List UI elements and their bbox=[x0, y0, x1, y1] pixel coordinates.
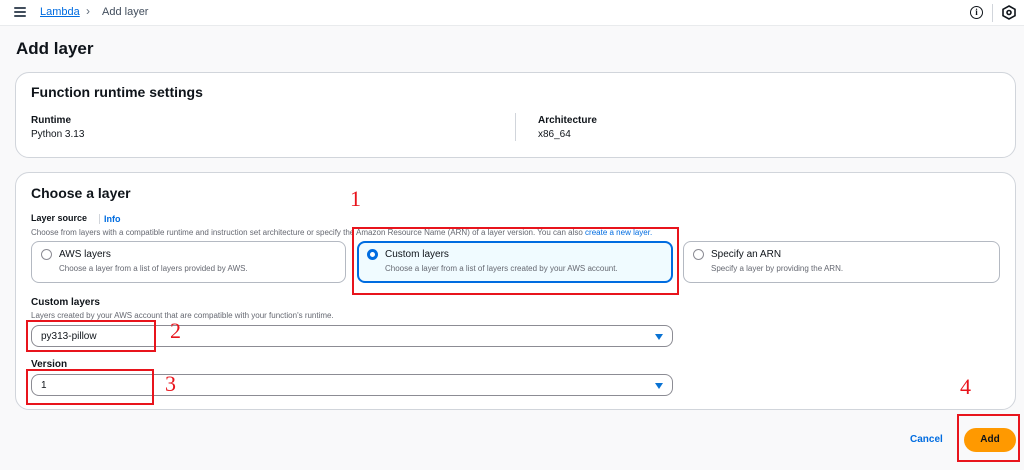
column-divider bbox=[515, 113, 516, 141]
info-link[interactable]: Info bbox=[104, 214, 121, 224]
caret-down-icon bbox=[655, 334, 663, 340]
choose-layer-title: Choose a layer bbox=[31, 185, 131, 201]
page-title: Add layer bbox=[16, 39, 94, 58]
layer-source-label: Layer source bbox=[31, 213, 88, 223]
annotation-box-4 bbox=[957, 414, 1020, 462]
architecture-label: Architecture bbox=[538, 115, 597, 126]
annotation-number-2: 2 bbox=[170, 318, 181, 343]
divider bbox=[992, 4, 993, 22]
runtime-settings-title: Function runtime settings bbox=[31, 84, 203, 100]
settings-hex-icon[interactable] bbox=[1002, 5, 1016, 20]
divider bbox=[99, 214, 100, 224]
annotation-number-3: 3 bbox=[165, 371, 176, 396]
breadcrumb-lambda-link[interactable]: Lambda bbox=[40, 6, 80, 18]
architecture-value: x86_64 bbox=[538, 129, 571, 140]
chevron-right-icon: › bbox=[86, 4, 90, 18]
radio-tile-specify-arn[interactable]: Specify an ARN Specify a layer by provid… bbox=[683, 241, 1000, 283]
runtime-value: Python 3.13 bbox=[31, 129, 85, 140]
custom-layers-hint: Layers created by your AWS account that … bbox=[31, 311, 334, 320]
annotation-box-1 bbox=[352, 227, 679, 295]
tile-title: Specify an ARN bbox=[711, 249, 782, 260]
custom-layers-label: Custom layers bbox=[31, 297, 100, 308]
top-bar: Lambda › Add layer i bbox=[0, 0, 1024, 26]
breadcrumb-current: Add layer bbox=[102, 6, 149, 18]
annotation-number-1: 1 bbox=[350, 186, 361, 211]
annotation-box-2 bbox=[26, 320, 156, 352]
menu-icon[interactable] bbox=[14, 7, 26, 17]
tile-title: AWS layers bbox=[59, 249, 111, 260]
annotation-box-3 bbox=[26, 369, 154, 405]
tile-description: Specify a layer by providing the ARN. bbox=[711, 264, 844, 273]
info-icon[interactable]: i bbox=[970, 6, 983, 19]
cancel-button[interactable]: Cancel bbox=[910, 434, 943, 445]
radio-button[interactable] bbox=[41, 249, 52, 260]
tile-description: Choose a layer from a list of layers pro… bbox=[59, 264, 248, 273]
annotation-number-4: 4 bbox=[960, 374, 971, 399]
radio-button[interactable] bbox=[693, 249, 704, 260]
runtime-label: Runtime bbox=[31, 115, 71, 126]
radio-tile-aws-layers[interactable]: AWS layers Choose a layer from a list of… bbox=[31, 241, 346, 283]
caret-down-icon bbox=[655, 383, 663, 389]
